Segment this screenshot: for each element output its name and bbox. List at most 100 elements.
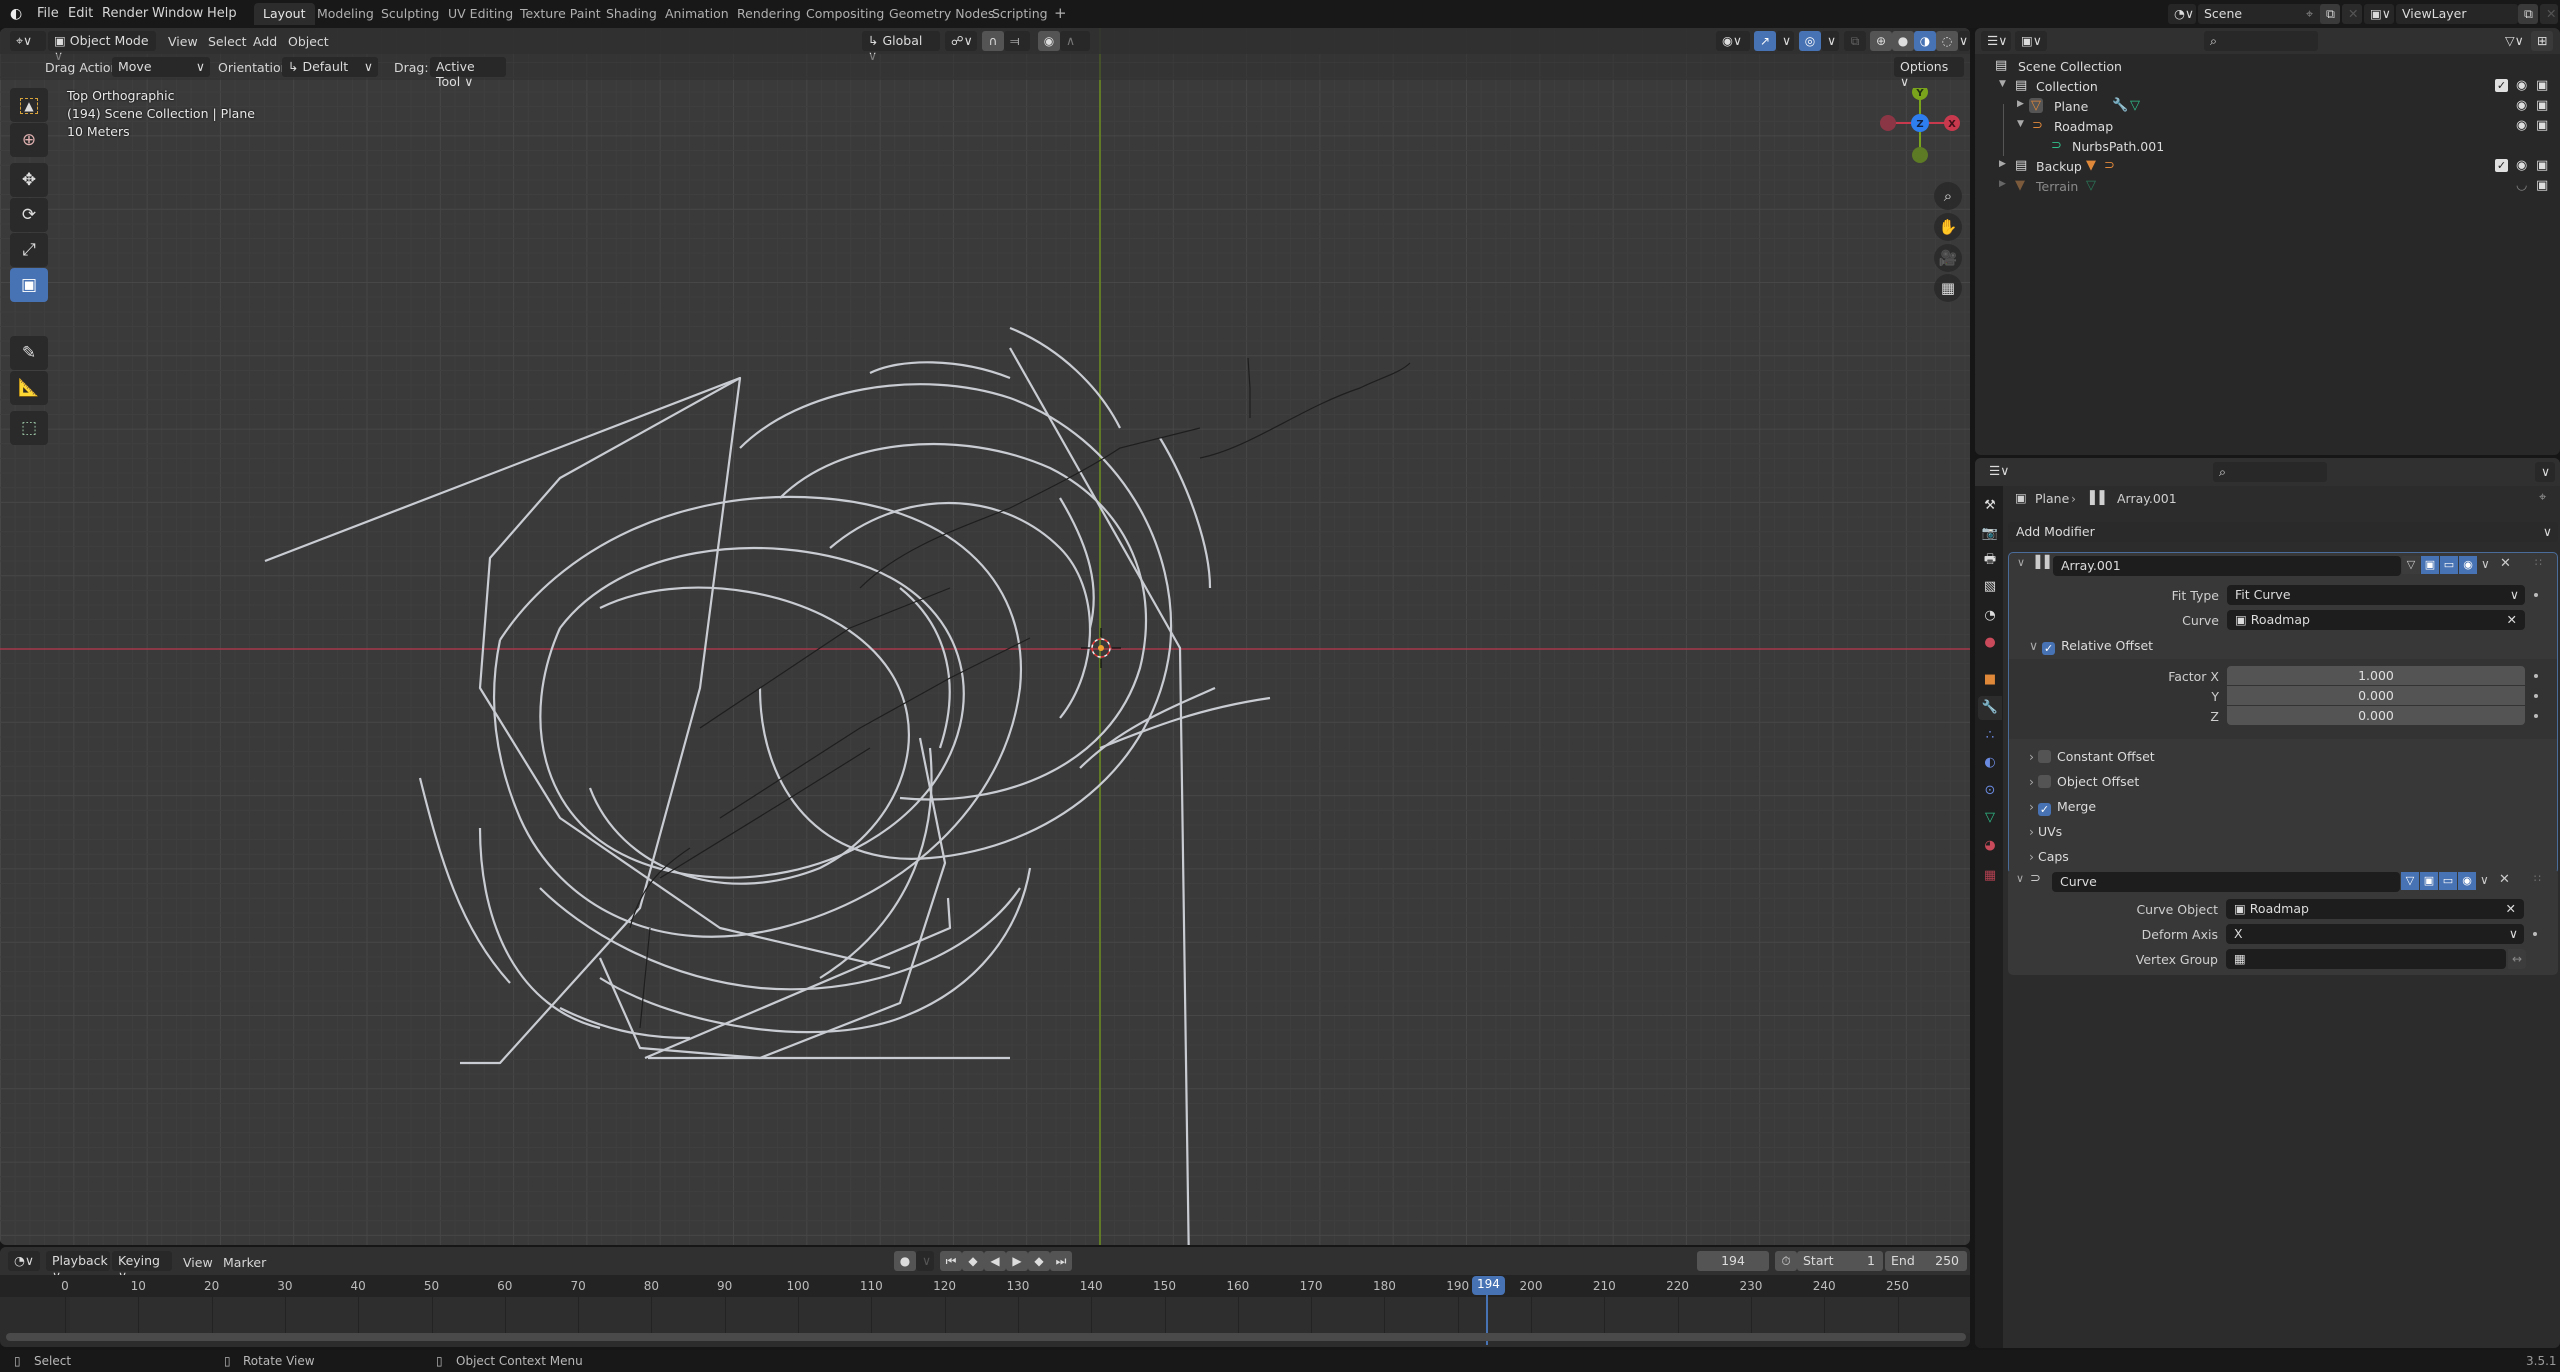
outliner-row-roadmap[interactable]: ▼ ⊃ Roadmap ◉ ▣ xyxy=(1975,116,2560,136)
tab-constraints-icon[interactable]: ⊙ xyxy=(1978,779,2002,803)
play-icon[interactable]: ▶ xyxy=(1006,1251,1028,1271)
factor-y-input[interactable]: 0.000 xyxy=(2227,686,2525,705)
keyframe-dot-icon[interactable] xyxy=(2534,694,2538,698)
tab-uv-editing[interactable]: UV Editing xyxy=(439,3,522,25)
editor-type-properties-icon[interactable]: ☰∨ xyxy=(1983,461,2013,481)
scene-selector-icon[interactable]: ◔∨ xyxy=(2168,4,2196,24)
ortho-grid-icon[interactable]: ▦ xyxy=(1934,274,1962,302)
editor-type-clock-icon[interactable]: ◔∨ xyxy=(8,1251,40,1271)
visibility-eye-icon[interactable]: ◉ xyxy=(2516,118,2527,133)
caps-subpanel-header[interactable]: › Caps xyxy=(2029,849,2069,869)
remove-modifier-icon[interactable]: ✕ xyxy=(2499,872,2510,887)
tab-sculpting[interactable]: Sculpting xyxy=(372,3,448,25)
relative-offset-checkbox[interactable]: ✓ xyxy=(2042,642,2056,655)
proportional-falloff-icon[interactable]: ∧ xyxy=(1060,31,1090,51)
keyframe-dot-icon[interactable] xyxy=(2533,932,2537,936)
object-offset-subpanel-header[interactable]: › Object Offset xyxy=(2029,774,2139,794)
relative-offset-subpanel-header[interactable]: ∨ ✓ Relative Offset xyxy=(2029,638,2153,658)
wireframe-shading-icon[interactable]: ⊕ xyxy=(1870,31,1892,51)
fit-type-dropdown[interactable]: Fit Curve ∨ xyxy=(2227,585,2525,605)
render-camera-icon[interactable]: ▣ xyxy=(2536,118,2548,133)
remove-modifier-icon[interactable]: ✕ xyxy=(2500,556,2511,571)
realtime-display-icon[interactable]: ▭ xyxy=(2440,556,2458,574)
collapse-chevron-icon[interactable]: ∨ xyxy=(2016,872,2024,885)
edit-mode-icon[interactable]: ▣ xyxy=(2420,872,2438,890)
drag-handle-icon[interactable]: ∷ xyxy=(2534,872,2541,885)
add-workspace-button[interactable]: + xyxy=(1045,3,1076,25)
keyframe-dot-icon[interactable] xyxy=(2534,714,2538,718)
modifier-name-input[interactable]: Curve xyxy=(2052,872,2400,892)
expand-arrow-icon[interactable]: ▶ xyxy=(1999,179,2006,189)
edit-mode-cage-icon[interactable]: ▽ xyxy=(2402,556,2420,574)
pivot-point-icon[interactable]: ☍∨ xyxy=(945,31,977,51)
outliner-row-collection[interactable]: ▼ ▤ Collection ✓ ◉ ▣ xyxy=(1975,76,2560,96)
render-camera-icon[interactable]: ▣ xyxy=(2536,78,2548,93)
menu-window[interactable]: Window xyxy=(152,6,203,21)
rotate-tool[interactable]: ⟳ xyxy=(10,198,48,232)
orientation-dropdown[interactable]: ↳ Default ∨ xyxy=(282,57,378,77)
display-mode-icon[interactable]: ▣∨ xyxy=(2015,31,2047,51)
view-menu[interactable]: View xyxy=(183,1255,213,1270)
curve-object-field[interactable]: ▣ Roadmap ✕ xyxy=(2227,610,2525,630)
editor-type-outliner-icon[interactable]: ☰∨ xyxy=(1981,31,2011,51)
new-viewlayer-icon[interactable]: ⧉ xyxy=(2518,4,2538,24)
measure-tool[interactable]: 📐 xyxy=(10,371,48,405)
play-reverse-icon[interactable]: ◀ xyxy=(984,1251,1006,1271)
constant-offset-subpanel-header[interactable]: › Constant Offset xyxy=(2029,749,2155,769)
tab-particles-icon[interactable]: ∴ xyxy=(1978,724,2002,748)
navigation-gizmo[interactable]: Y Z X xyxy=(1870,88,1970,198)
proportional-edit-icon[interactable]: ◉ xyxy=(1038,31,1060,51)
menu-object[interactable]: Object xyxy=(288,34,329,49)
drag-dropdown[interactable]: Active Tool ∨ xyxy=(430,57,506,89)
uvs-subpanel-header[interactable]: › UVs xyxy=(2029,824,2062,844)
mode-selector[interactable]: ▣ Object Mode ∨ xyxy=(48,31,156,63)
current-frame-field[interactable]: 194 xyxy=(1697,1251,1769,1271)
factor-x-input[interactable]: 1.000 xyxy=(2227,666,2525,685)
frame-ruler[interactable]: 0 10 20 30 40 50 60 70 80 90 100 110 120 130 140 150 160… xyxy=(0,1275,1970,1297)
gizmo-toggle-icon[interactable]: ↗ xyxy=(1754,31,1776,51)
tab-physics-icon[interactable]: ◐ xyxy=(1978,751,2002,775)
overlay-dropdown-icon[interactable]: ∨ xyxy=(1821,31,1839,51)
drag-handle-icon[interactable]: ∷ xyxy=(2535,556,2542,569)
tab-object-icon[interactable]: ■ xyxy=(1978,668,2002,692)
menu-add[interactable]: Add xyxy=(253,34,277,49)
tab-tool-icon[interactable]: ⚒ xyxy=(1978,494,2002,518)
tab-compositing[interactable]: Compositing xyxy=(797,3,893,25)
tab-material-icon[interactable]: ◕ xyxy=(1978,834,2002,858)
timeline-editor[interactable]: ◔∨ Playback ∨ Keying ∨ View Marker ● ∨ ⏮… xyxy=(0,1247,1970,1347)
tab-view-layer-icon[interactable]: ▧ xyxy=(1978,575,2002,599)
keyframe-dot-icon[interactable] xyxy=(2534,593,2538,597)
render-icon[interactable]: ◉ xyxy=(2459,556,2477,574)
outliner-row-nurbspath[interactable]: ⊃ NurbsPath.001 xyxy=(1975,136,2560,156)
expand-arrow-icon[interactable]: ▼ xyxy=(1999,79,2006,89)
outliner-row-backup[interactable]: ▶ ▤ Backup ▼ ⊃ ✓ ◉ ▣ xyxy=(1975,156,2560,176)
tab-texture-icon[interactable]: ▦ xyxy=(1978,864,2002,888)
new-scene-icon[interactable]: ⧉ xyxy=(2320,4,2340,24)
gizmo-dropdown-icon[interactable]: ∨ xyxy=(1776,31,1794,51)
menu-edit[interactable]: Edit xyxy=(68,6,93,21)
snap-target-icon[interactable]: ⫤ xyxy=(1004,31,1030,51)
render-camera-icon[interactable]: ▣ xyxy=(2536,98,2548,113)
playback-menu[interactable]: Playback ∨ xyxy=(46,1251,110,1283)
zoom-view-icon[interactable]: ⌕ xyxy=(1934,182,1962,210)
material-preview-icon[interactable]: ◑ xyxy=(1914,31,1936,51)
modifier-menu-chevron-icon[interactable]: ∨ xyxy=(2480,873,2489,887)
transform-tool[interactable]: ▣ xyxy=(10,268,48,302)
vertex-group-field[interactable]: ▦ xyxy=(2226,949,2506,969)
outliner-row-scene-collection[interactable]: ▤ Scene Collection xyxy=(1975,56,2560,76)
visibility-eye-icon[interactable]: ◉ xyxy=(2516,98,2527,113)
render-icon[interactable]: ◉ xyxy=(2458,872,2476,890)
tab-layout[interactable]: Layout xyxy=(254,3,315,25)
start-frame-field[interactable]: Start 1 xyxy=(1797,1251,1883,1271)
end-frame-field[interactable]: End 250 xyxy=(1885,1251,1967,1271)
visibility-eye-icon[interactable]: ◉ xyxy=(2516,78,2527,93)
pin-icon[interactable]: ⌖ xyxy=(2300,4,2320,24)
merge-subpanel-header[interactable]: › ✓ Merge xyxy=(2029,799,2096,819)
tab-render-icon[interactable]: 📷 xyxy=(1978,522,2002,546)
menu-file[interactable]: File xyxy=(37,6,59,21)
viewlayer-selector-icon[interactable]: ▣∨ xyxy=(2364,4,2394,24)
tab-world-icon[interactable]: ● xyxy=(1978,631,2002,655)
selectability-visibility-icon[interactable]: ◉∨ xyxy=(1716,31,1750,51)
marker-menu[interactable]: Marker xyxy=(223,1255,266,1270)
tab-animation[interactable]: Animation xyxy=(656,3,738,25)
